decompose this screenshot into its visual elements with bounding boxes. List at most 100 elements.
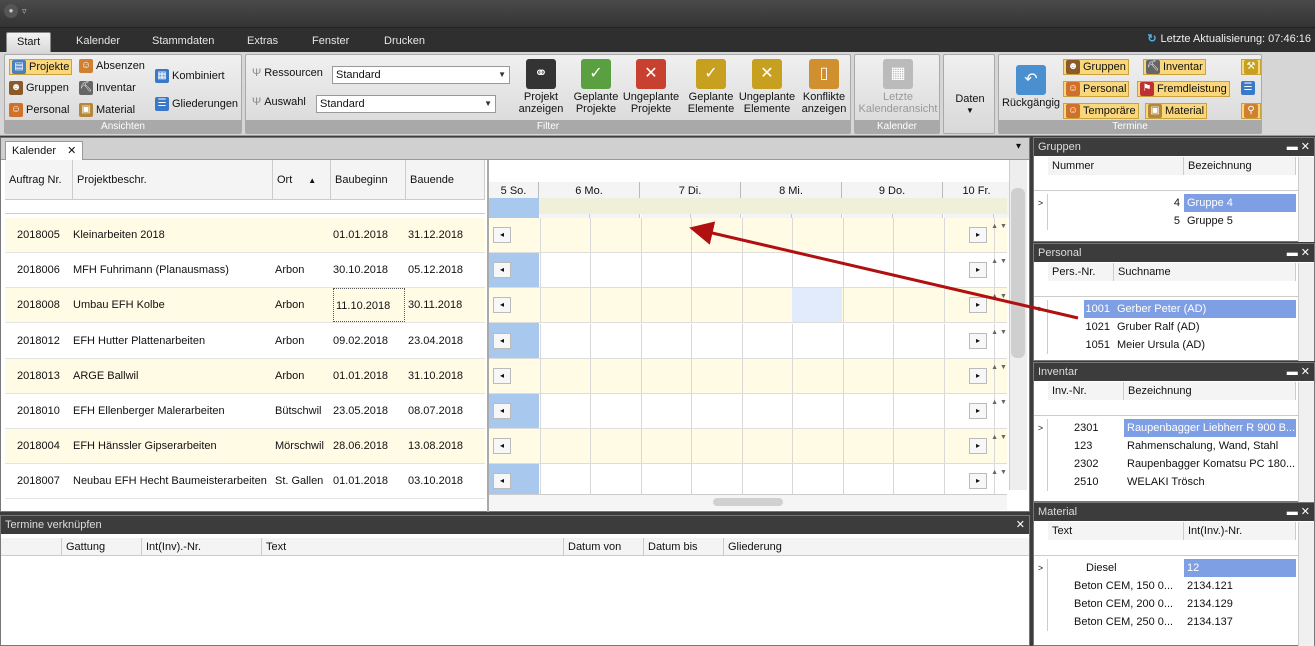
panel-row-value[interactable]: Meier Ursula (AD) bbox=[1114, 336, 1296, 354]
tab-stammdaten[interactable]: Stammdaten bbox=[142, 32, 224, 52]
panel-row-key[interactable]: 1051 bbox=[1050, 336, 1114, 354]
calendar-row[interactable]: ◂ ▸ ▲ ▼ bbox=[489, 288, 1007, 324]
col-personal-1[interactable]: Pers.-Nr. bbox=[1048, 263, 1114, 281]
tab-start[interactable]: Start bbox=[6, 32, 52, 52]
scroll-left-icon[interactable]: ◂ bbox=[493, 438, 511, 455]
scroll-left-icon[interactable]: ◂ bbox=[493, 403, 511, 419]
row-indicator[interactable] bbox=[1034, 455, 1048, 473]
projekt-anzeigen-button[interactable]: ⚭ Projekt anzeigen bbox=[514, 59, 568, 115]
table-row[interactable]: 2018008 Umbau EFH Kolbe Arbon 11.10.2018 30.… bbox=[5, 288, 485, 324]
scroll-left-icon[interactable]: ◂ bbox=[493, 262, 511, 279]
rueckgaengig-button[interactable]: ↶ Rückgängig bbox=[1001, 65, 1061, 109]
tab-kalender[interactable]: Kalender bbox=[66, 32, 130, 52]
table-row[interactable]: 2018005 Kleinarbeiten 2018 01.01.2018 31.12… bbox=[5, 218, 485, 253]
panel-row-value[interactable]: 2134.121 bbox=[1184, 577, 1296, 595]
termine-fremdleistung-button[interactable]: ⚑ Fremdleistung bbox=[1137, 81, 1230, 97]
tab-extras[interactable]: Extras bbox=[237, 32, 288, 52]
row-scroll-icon[interactable]: ▲ ▼ bbox=[991, 292, 1007, 301]
col-inventar-2[interactable]: Bezeichnung bbox=[1124, 382, 1296, 400]
row-scroll-icon[interactable]: ▲ ▼ bbox=[991, 363, 1007, 372]
row-indicator[interactable] bbox=[1034, 473, 1048, 491]
panel-row-value[interactable]: WELAKI Trösch bbox=[1124, 473, 1296, 491]
termine-extra-button[interactable]: ⚒ bbox=[1241, 59, 1261, 75]
col-baubeginn[interactable]: Baubeginn bbox=[331, 160, 406, 200]
panel-row-value[interactable]: 12 bbox=[1184, 559, 1296, 577]
table-row[interactable]: 2018004 EFH Hänssler Gipserarbeiten Mörsch… bbox=[5, 429, 485, 465]
close-icon[interactable]: ✕ bbox=[67, 145, 76, 157]
scroll-left-icon[interactable]: ◂ bbox=[493, 332, 511, 349]
scroll-right-icon[interactable]: ▸ bbox=[969, 332, 987, 349]
panel-scrollbar[interactable] bbox=[1298, 157, 1314, 242]
table-row[interactable]: 2018012 EFH Hutter Plattenarbeiten Arbon 09… bbox=[5, 324, 485, 359]
scroll-left-icon[interactable]: ◂ bbox=[493, 367, 511, 384]
panel-row-value[interactable]: Gerber Peter (AD) bbox=[1114, 300, 1296, 318]
scroll-right-icon[interactable]: ▸ bbox=[969, 473, 987, 490]
termine-gruppen-button[interactable]: ☻ Gruppen bbox=[1063, 59, 1129, 75]
tab-drucken[interactable]: Drucken bbox=[374, 32, 435, 52]
refresh-icon[interactable]: ↻ bbox=[1147, 33, 1156, 45]
panel-row-key[interactable]: 1001 bbox=[1084, 300, 1114, 318]
row-scroll-icon[interactable]: ▲ ▼ bbox=[991, 222, 1007, 231]
app-menu-button[interactable]: ● bbox=[4, 4, 18, 18]
panel-row-key[interactable]: 2510 bbox=[1050, 473, 1124, 491]
termine-link-button[interactable]: ⚲ bbox=[1241, 103, 1261, 119]
row-scroll-icon[interactable]: ▲ ▼ bbox=[991, 328, 1007, 337]
termine-col[interactable]: Gattung bbox=[61, 538, 141, 556]
scroll-right-icon[interactable]: ▸ bbox=[969, 297, 987, 314]
panel-row-key[interactable]: 1021 bbox=[1050, 318, 1114, 336]
col-inventar-1[interactable]: Inv.-Nr. bbox=[1048, 382, 1124, 400]
view-personal-button[interactable]: ☺ Personal bbox=[9, 103, 69, 117]
calendar-row[interactable]: ◂ ▸ ▲ ▼ bbox=[489, 429, 1007, 465]
panel-scrollbar[interactable] bbox=[1298, 522, 1314, 646]
row-indicator[interactable] bbox=[1034, 437, 1048, 455]
view-gruppen-button[interactable]: ☻ Gruppen bbox=[9, 81, 69, 95]
termine-col[interactable]: Datum bis bbox=[643, 538, 723, 556]
col-material-2[interactable]: Int(Inv.)-Nr. bbox=[1184, 522, 1296, 540]
termine-col[interactable]: Gliederung bbox=[723, 538, 1023, 556]
view-projekte-button[interactable]: ▤ Projekte bbox=[9, 59, 73, 75]
panel-row-value[interactable]: Gruppe 4 bbox=[1184, 194, 1296, 212]
scroll-right-icon[interactable]: ▸ bbox=[969, 227, 987, 243]
row-scroll-icon[interactable]: ▲ ▼ bbox=[991, 398, 1007, 407]
geplante-elemente-button[interactable]: ✓ Geplante Elemente bbox=[684, 59, 738, 115]
table-row[interactable]: 2018007 Neubau EFH Hecht Baumeisterarbeit… bbox=[5, 464, 485, 500]
ressourcen-select[interactable]: Standard ▼ bbox=[332, 66, 510, 84]
col-personal-2[interactable]: Suchname bbox=[1114, 263, 1296, 281]
scroll-left-icon[interactable]: ◂ bbox=[493, 473, 511, 490]
panel-buttons-icon[interactable]: ▬ ✕ bbox=[1287, 363, 1310, 381]
view-gliederungen-button[interactable]: ☰ Gliederungen bbox=[155, 97, 238, 111]
scroll-left-icon[interactable]: ◂ bbox=[493, 227, 511, 243]
termine-col[interactable]: Text bbox=[261, 538, 563, 556]
panel-row-value[interactable]: Raupenbagger Komatsu PC 180... bbox=[1124, 455, 1296, 473]
panel-row-key[interactable]: 4 bbox=[1050, 194, 1184, 212]
panel-row-key[interactable]: Beton CEM, 200 0... bbox=[1050, 595, 1184, 613]
termine-personal-button[interactable]: ☺ Personal bbox=[1063, 81, 1130, 97]
geplante-projekte-button[interactable]: ✓ Geplante Projekte bbox=[569, 59, 623, 115]
col-gruppen-1[interactable]: Nummer bbox=[1048, 157, 1184, 175]
panel-buttons-icon[interactable]: ▬ ✕ bbox=[1287, 503, 1310, 521]
scrollbar-thumb[interactable] bbox=[1011, 188, 1025, 358]
col-auftrag-nr[interactable]: Auftrag Nr. bbox=[5, 160, 73, 200]
row-indicator[interactable] bbox=[1034, 577, 1048, 595]
table-row[interactable]: 2018006 MFH Fuhrimann (Planausmass) Arbon 3… bbox=[5, 253, 485, 289]
selected-cell[interactable] bbox=[792, 288, 842, 323]
panel-row-value[interactable]: 2134.137 bbox=[1184, 613, 1296, 631]
tab-fenster[interactable]: Fenster bbox=[302, 32, 359, 52]
col-gruppen-2[interactable]: Bezeichnung bbox=[1184, 157, 1296, 175]
panel-row-value[interactable]: Raupenbagger Liebherr R 900 B... bbox=[1124, 419, 1296, 437]
termine-col[interactable]: Datum von bbox=[563, 538, 643, 556]
quick-access-dropdown[interactable]: ▿ bbox=[22, 6, 27, 17]
termine-col[interactable]: Int(Inv).-Nr. bbox=[141, 538, 261, 556]
view-material-button[interactable]: ▣ Material bbox=[79, 103, 135, 117]
row-indicator[interactable] bbox=[1034, 212, 1048, 230]
ungeplante-projekte-button[interactable]: ✕ Ungeplante Projekte bbox=[622, 59, 680, 115]
panel-buttons-icon[interactable]: ▬ ✕ bbox=[1287, 138, 1310, 156]
scroll-right-icon[interactable]: ▸ bbox=[969, 262, 987, 279]
row-indicator[interactable] bbox=[1034, 318, 1048, 336]
document-menu-icon[interactable]: ▾ bbox=[1016, 141, 1021, 152]
panel-filter-row[interactable] bbox=[1034, 400, 1298, 416]
termine-temporaere-button[interactable]: ☺ Temporäre bbox=[1063, 103, 1139, 119]
table-row[interactable]: 2018010 EFH Ellenberger Malerarbeiten Büts… bbox=[5, 394, 485, 429]
termine-material-button[interactable]: ▣ Material bbox=[1145, 103, 1208, 119]
view-inventar-button[interactable]: ⛏ Inventar bbox=[79, 81, 136, 95]
